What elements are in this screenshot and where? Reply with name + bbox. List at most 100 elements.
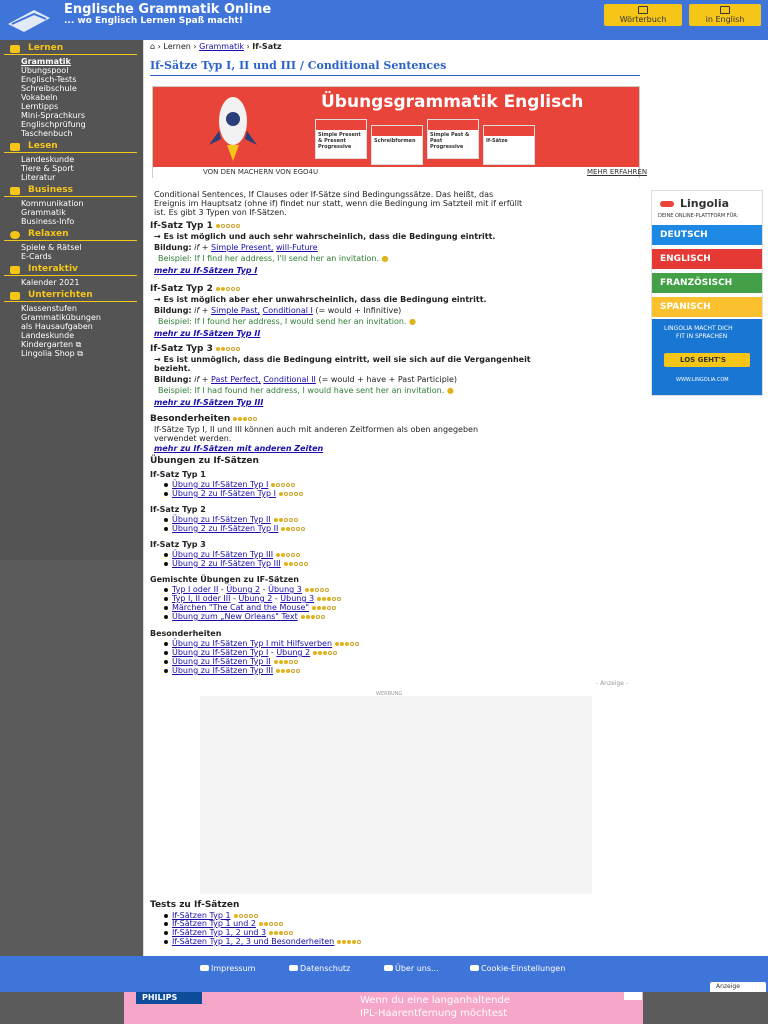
promo-banner[interactable]: Übungsgrammatik Englisch Simple Present … <box>152 86 647 178</box>
exercise-link[interactable]: Übung 2 zu If-Sätzen Typ II <box>172 524 278 533</box>
sidebar-section-interaktiv[interactable]: Interaktiv <box>4 264 137 276</box>
type2-example: Beispiel: If I found her address, I woul… <box>158 317 416 326</box>
exercise-link[interactable]: Übung zu If-Sätzen Typ III <box>172 666 273 675</box>
sidebar-item-business-info[interactable]: Business-Info <box>21 217 74 226</box>
simple-present-link[interactable]: Simple Present, <box>211 243 273 252</box>
simple-past-link[interactable]: Simple Past, <box>211 306 260 315</box>
promo-more-link[interactable]: MEHR ERFAHREN <box>587 168 647 176</box>
list-item: Übung zu If-Sätzen Typ II <box>172 515 299 524</box>
past-perfect-link[interactable]: Past Perfect, <box>211 375 261 384</box>
type2-more-link[interactable]: mehr zu If-Sätzen Typ II <box>154 329 260 338</box>
exercise-link[interactable]: Übung 3 <box>268 585 302 594</box>
lang-deutsch[interactable]: DEUTSCH <box>660 230 708 240</box>
will-future-link[interactable]: will-Future <box>276 243 318 252</box>
sidebar-item-kommunikation[interactable]: Kommunikation <box>21 199 83 208</box>
special-more-link[interactable]: mehr zu If-Sätzen mit anderen Zeiten <box>154 444 323 453</box>
exercise-link[interactable]: Übung 2 <box>239 594 273 603</box>
exercise-link[interactable]: Übung zu If-Sätzen Typ I mit Hilfsverben <box>172 639 332 648</box>
exercise-link[interactable]: Übung 2 zu If-Sätzen Typ III <box>172 559 281 568</box>
sidebar-item-kalender[interactable]: Kalender 2021 <box>21 278 79 287</box>
lingolia-claim-2: FIT IN SPRACHEN <box>676 333 728 340</box>
sidebar-item-literatur[interactable]: Literatur <box>21 173 55 182</box>
sidebar-item-unterrichten-landeskunde[interactable]: Landeskunde <box>21 331 74 340</box>
type1-heading: If-Satz Typ 1 <box>150 221 241 231</box>
footer-cookie-settings[interactable]: Cookie-Einstellungen <box>470 964 565 973</box>
sidebar-item-englischpruefung[interactable]: Englischprüfung <box>21 120 86 129</box>
conditional-2-link[interactable]: Conditional II <box>263 375 316 384</box>
lingolia-cta-button[interactable]: LOS GEHT'S <box>680 356 726 364</box>
sidebar-section-business[interactable]: Business <box>4 185 137 197</box>
sidebar-item-grammatik[interactable]: Grammatik <box>21 57 71 66</box>
sidebar-item-grammatikuebungen[interactable]: Grammatikübungen <box>21 313 101 322</box>
exercise-link[interactable]: Übung 3 <box>280 594 314 603</box>
sidebar-section-relaxen[interactable]: Relaxen <box>4 229 137 241</box>
difficulty-rating <box>215 221 241 231</box>
breadcrumb-lernen[interactable]: Lernen <box>163 42 190 51</box>
exercise-link[interactable]: Typ I, II oder III <box>172 594 231 603</box>
sidebar-item-klassenstufen[interactable]: Klassenstufen <box>21 304 77 313</box>
site-title[interactable]: Englische Grammatik Online <box>64 2 271 17</box>
home-icon[interactable]: ⌂ <box>150 42 155 51</box>
test-link[interactable]: If-Sätzen Typ 1, 2 und 3 <box>172 928 266 937</box>
in-english-button[interactable]: in English <box>689 4 761 26</box>
bottom-ad-banner[interactable]: PHILIPS Wenn du eine langanhaltende IPL-… <box>124 992 643 1024</box>
lang-franzoesisch[interactable]: FRANZÖSISCH <box>660 278 732 288</box>
speech-icon[interactable]: ● <box>447 386 454 395</box>
type2-form: Bildung: if + Simple Past, Conditional I… <box>154 306 402 315</box>
sidebar-section-lesen[interactable]: Lesen <box>4 141 137 153</box>
smiley-icon <box>10 231 20 239</box>
exercise-link[interactable]: Übung zu If-Sätzen Typ III <box>172 550 273 559</box>
ad-close-icon[interactable] <box>624 992 642 1000</box>
sidebar-item-spiele-raetsel[interactable]: Spiele & Rätsel <box>21 243 82 252</box>
lang-englisch[interactable]: ENGLISCH <box>660 254 711 264</box>
lingolia-ad[interactable]: Lingolia DEINE ONLINE-PLATTFORM FÜR: DEU… <box>651 190 763 396</box>
exercise-group-3: If-Satz Typ 3 <box>150 540 206 549</box>
sidebar-item-englisch-tests[interactable]: Englisch-Tests <box>21 75 76 84</box>
exercise-link[interactable]: Übung zu If-Sätzen Typ I <box>172 480 268 489</box>
logo-icon[interactable] <box>4 2 54 36</box>
breadcrumb-grammatik[interactable]: Grammatik <box>199 42 244 51</box>
sidebar-item-hausaufgaben[interactable]: als Hausaufgaben <box>21 322 93 331</box>
sidebar-item-business-grammatik[interactable]: Grammatik <box>21 208 66 217</box>
sidebar-item-vokabeln[interactable]: Vokabeln <box>21 93 57 102</box>
exercise-link[interactable]: Übung zu If-Sätzen Typ II <box>172 515 271 524</box>
test-link[interactable]: If-Sätzen Typ 1, 2, 3 und Besonderheiten <box>172 937 334 946</box>
sidebar-item-tiere-sport[interactable]: Tiere & Sport <box>21 164 74 173</box>
sidebar-item-taschenbuch[interactable]: Taschenbuch <box>21 129 73 138</box>
conditional-1-link[interactable]: Conditional I <box>263 306 313 315</box>
footer-about[interactable]: Über uns... <box>384 964 439 973</box>
exercise-link[interactable]: Übung zu If-Sätzen Typ I <box>172 648 268 657</box>
sidebar-item-schreibschule[interactable]: Schreibschule <box>21 84 77 93</box>
type3-more-link[interactable]: mehr zu If-Sätzen Typ III <box>154 398 263 407</box>
site-subtitle: ... wo Englisch Lernen Spaß macht! <box>64 16 243 26</box>
sidebar-item-lerntipps[interactable]: Lerntipps <box>21 102 58 111</box>
dictionary-label: Wörterbuch <box>619 15 667 24</box>
ad-placeholder[interactable]: WERBUNG <box>200 691 592 894</box>
exercise-link[interactable]: Märchen "The Cat and the Mouse" <box>172 603 309 612</box>
rocket-icon <box>209 97 257 161</box>
exercise-link[interactable]: Übung zu If-Sätzen Typ II <box>172 657 271 666</box>
translate-icon <box>720 6 730 14</box>
test-link[interactable]: If-Sätzen Typ 1 und 2 <box>172 919 256 928</box>
exercise-link[interactable]: Übung zum „New Orleans" Text <box>172 612 298 621</box>
special-heading: Besonderheiten <box>150 414 258 424</box>
footer-datenschutz[interactable]: Datenschutz <box>289 964 350 973</box>
exercise-link[interactable]: Übung 2 zu If-Sätzen Typ I <box>172 489 276 498</box>
sidebar-item-landeskunde[interactable]: Landeskunde <box>21 155 74 164</box>
sidebar-item-uebungspool[interactable]: Übungspool <box>21 66 68 75</box>
sidebar-section-lernen[interactable]: Lernen <box>4 43 137 55</box>
footer-impressum[interactable]: Impressum <box>200 964 255 973</box>
speech-icon[interactable]: ● <box>382 254 389 263</box>
sidebar-section-unterrichten[interactable]: Unterrichten <box>4 290 137 302</box>
lang-spanisch[interactable]: SPANISCH <box>660 302 711 312</box>
sidebar-item-lingolia-shop[interactable]: Lingolia Shop ⧉ <box>21 349 83 359</box>
type1-more-link[interactable]: mehr zu If-Sätzen Typ I <box>154 266 257 275</box>
book-icon <box>638 6 648 14</box>
dictionary-button[interactable]: Wörterbuch <box>604 4 682 26</box>
exercise-link[interactable]: Übung 2 <box>276 648 310 657</box>
exercise-link[interactable]: Übung 2 <box>226 585 260 594</box>
sidebar-item-mini-sprachkurs[interactable]: Mini-Sprachkurs <box>21 111 85 120</box>
sidebar-item-e-cards[interactable]: E-Cards <box>21 252 52 261</box>
exercise-link[interactable]: Typ I oder II <box>172 585 218 594</box>
speech-icon[interactable]: ● <box>409 317 416 326</box>
